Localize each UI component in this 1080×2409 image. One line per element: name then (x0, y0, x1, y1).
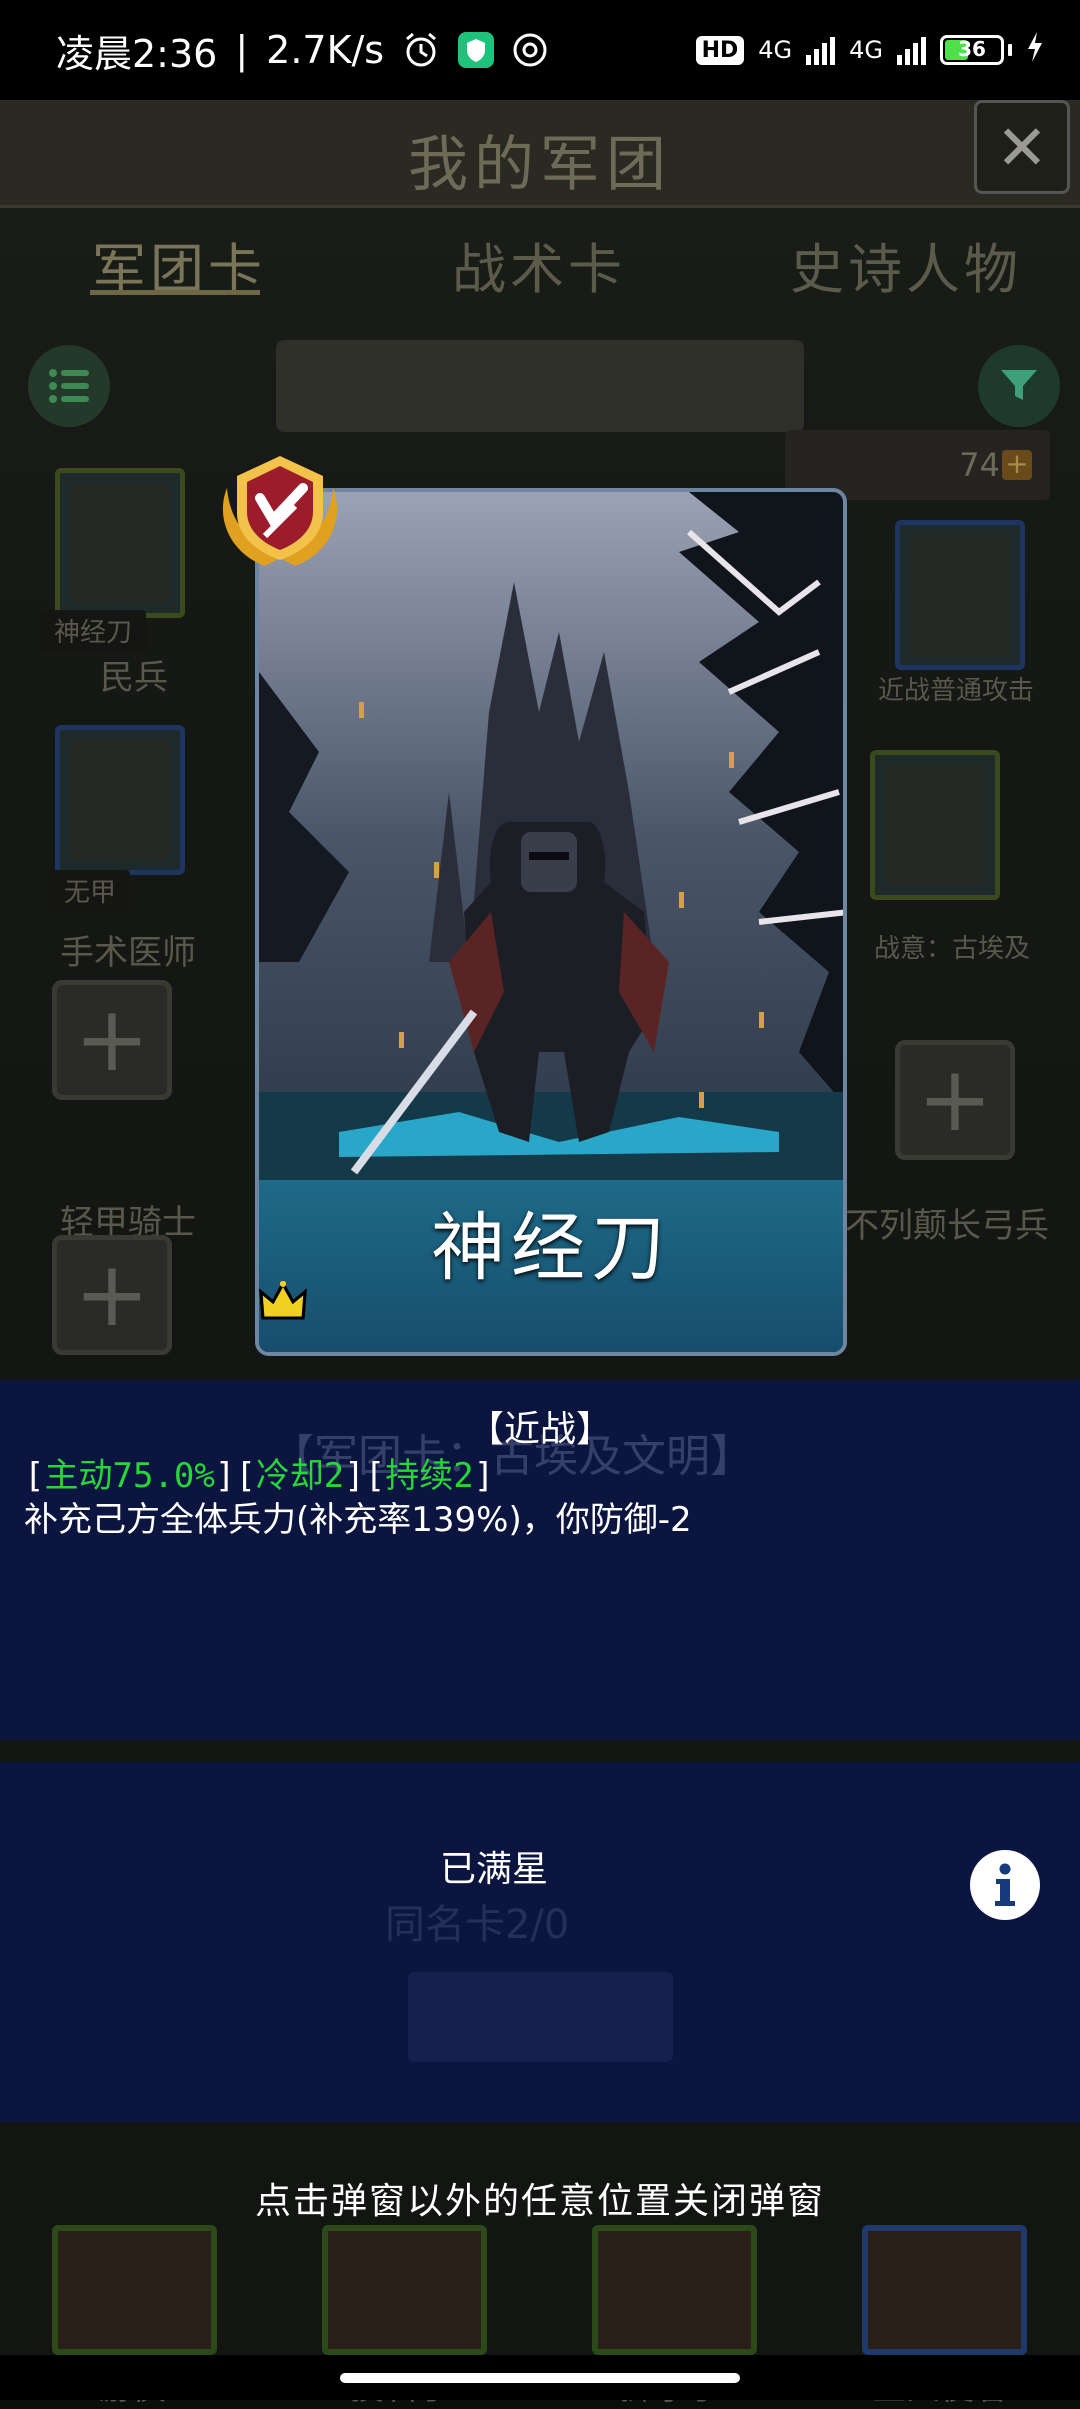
tab-bar: 军团卡 战术卡 史诗人物 (0, 225, 1080, 315)
skill-effect: 补充己方全体兵力(补充率139%)，你防御-2 (24, 1500, 692, 1540)
active-rate: 主动75.0% (44, 1456, 215, 1496)
filter-button[interactable] (978, 345, 1060, 427)
filter-icon (1001, 370, 1037, 400)
list-menu-button[interactable] (28, 345, 110, 427)
crown-star-icon (259, 1280, 307, 1320)
card-name: 神经刀 (431, 1205, 671, 1291)
skill-detail-panel: 【军团卡：古埃及文明】 【近战】 [主动75.0%][冷却2][持续2] 补充己… (0, 1380, 1080, 1740)
card-label: 不列颠长弓兵 (845, 1206, 1049, 1246)
close-hint: 点击弹窗以外的任意位置关闭弹窗 (254, 2181, 825, 2222)
tab-epic-characters[interactable]: 史诗人物 (790, 225, 1022, 304)
settings-gear-icon (512, 32, 548, 68)
page-title: 我的军团 (408, 130, 672, 200)
shield-app-icon (458, 32, 495, 68)
hd-voice-badge: HD (695, 35, 745, 65)
empty-slot-add-button[interactable]: + (52, 1235, 172, 1355)
signal-bars-icon (806, 35, 836, 65)
card-label: 手术医师 (60, 933, 196, 973)
card-label: 民兵 (100, 658, 168, 698)
card-name-band: 神经刀 (259, 1180, 843, 1352)
signal-bars-icon-2 (897, 35, 926, 65)
cooldown: 冷却2 (255, 1456, 345, 1496)
star-status: 已满星 (440, 1849, 549, 1890)
info-icon (995, 1863, 1015, 1906)
network-type-1: 4G (758, 36, 793, 64)
info-button[interactable] (970, 1850, 1040, 1920)
charging-icon (1026, 32, 1044, 68)
clock: 凌晨2:36 (56, 31, 218, 76)
star-status-panel: 同名卡2/0 已满星 (0, 1762, 1080, 2122)
alarm-icon (402, 31, 440, 69)
add-count-button[interactable]: + (1002, 450, 1032, 480)
close-button[interactable]: ✕ (974, 100, 1070, 194)
legion-card-slinger[interactable] (322, 2225, 487, 2355)
list-icon (49, 369, 89, 403)
empty-slot-add-button[interactable]: + (895, 1040, 1015, 1160)
card-label: 近战普通攻击 (878, 676, 1035, 706)
legion-card-militia[interactable] (55, 468, 185, 618)
search-input[interactable] (276, 340, 804, 432)
rank-badge-icon (205, 448, 355, 578)
legion-card-melee[interactable] (895, 520, 1025, 670)
card-tag: 神经刀 (40, 610, 147, 651)
legion-card-war-spirit[interactable] (870, 750, 1000, 900)
duration: 持续2 (385, 1456, 474, 1496)
faint-upgrade-button (408, 1972, 673, 2062)
empty-slot-add-button[interactable]: + (52, 980, 172, 1100)
legion-card-javelin[interactable] (592, 2225, 757, 2355)
card-tag: 无甲 (50, 870, 131, 911)
active-tab-indicator (90, 290, 260, 295)
system-navigation-bar (0, 2355, 1080, 2400)
faint-duplicate-count: 同名卡2/0 (385, 1902, 570, 1948)
home-gesture-bar[interactable] (340, 2373, 740, 2383)
legion-card-detail: 神经刀 (255, 488, 847, 1356)
legion-card-fire-envoy[interactable] (862, 2225, 1027, 2355)
tab-tactic-cards[interactable]: 战术卡 (452, 225, 626, 304)
card-label: 战意：古埃及 (874, 934, 1031, 964)
network-type-2: 4G (849, 36, 883, 64)
legion-card-ranger[interactable] (52, 2225, 217, 2355)
legion-card-surgeon[interactable] (55, 725, 185, 875)
battery-level: 36 (958, 37, 986, 61)
card-count: 74 (959, 446, 1000, 484)
battery-icon: 36 (940, 35, 1012, 65)
game-top-bar: 我的军团 ✕ (0, 100, 1080, 208)
skill-tags: [主动75.0%][冷却2][持续2] (24, 1456, 495, 1496)
card-type-label: 【近战】 (467, 1409, 612, 1450)
network-speed: 2.7K/s (266, 28, 385, 72)
status-bar: 凌晨2:36 | 2.7K/s HD 4G 4G 36 (0, 0, 1080, 100)
